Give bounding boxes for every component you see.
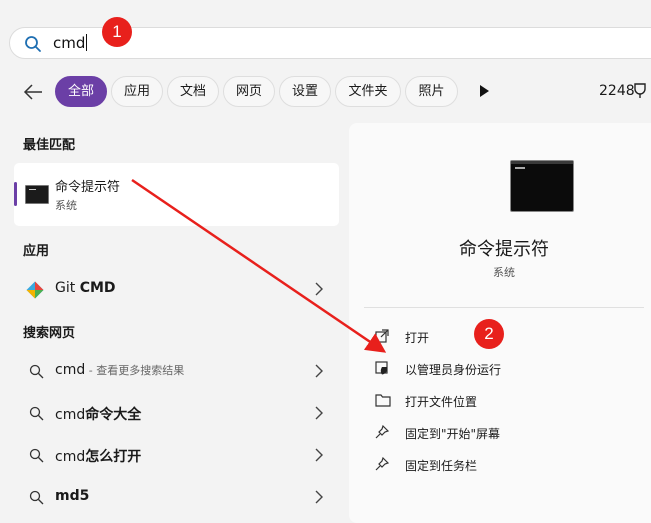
divider [364, 307, 644, 308]
action-label: 打开文件位置 [405, 395, 478, 409]
search-icon [25, 36, 41, 52]
chevron-right-icon[interactable] [315, 364, 323, 378]
search-icon [29, 490, 44, 505]
web-result-query: cmd [55, 362, 86, 378]
action-label: 打开 [405, 331, 430, 345]
best-match-subtitle: 系统 [55, 199, 77, 212]
best-match-title: 命令提示符 [55, 180, 121, 195]
action-label: 固定到"开始"屏幕 [405, 427, 501, 441]
tab-folders[interactable]: 文件夹 [335, 76, 401, 107]
tab-photos[interactable]: 照片 [405, 76, 458, 107]
web-search-heading: 搜索网页 [23, 326, 76, 341]
chevron-right-icon[interactable] [315, 490, 323, 504]
trophy-icon[interactable] [633, 82, 647, 100]
web-result-query: cmd [55, 449, 86, 465]
web-result-query: cmd [55, 407, 86, 423]
git-icon [26, 281, 44, 299]
apps-heading: 应用 [23, 244, 50, 259]
best-match-heading: 最佳匹配 [23, 138, 76, 153]
chevron-right-icon[interactable] [315, 282, 323, 296]
chevron-right-icon[interactable] [315, 406, 323, 420]
shield-admin-icon [375, 361, 388, 375]
search-icon [29, 406, 44, 421]
annotation-badge-1: 1 [102, 17, 132, 47]
action-label: 固定到任务栏 [405, 459, 478, 473]
app-item-git-cmd[interactable]: Git CMD [14, 273, 339, 305]
app-name-prefix: Git [55, 280, 80, 296]
search-icon [29, 448, 44, 463]
search-input[interactable]: cmd [53, 34, 88, 52]
web-result-suggestion: 命令大全 [85, 407, 142, 423]
web-result-suggestion: md5 [55, 488, 90, 504]
detail-title: 命令提示符 [459, 239, 549, 260]
annotation-badge-2: 2 [474, 319, 504, 349]
web-result-item[interactable]: cmd怎么打开 [14, 439, 339, 471]
selection-accent [14, 182, 17, 206]
back-arrow-icon[interactable] [20, 79, 46, 105]
web-result-item[interactable]: cmd - 查看更多搜索结果 [14, 355, 339, 387]
chevron-right-icon[interactable] [315, 448, 323, 462]
command-prompt-large-icon [510, 160, 574, 212]
folder-icon [375, 394, 391, 407]
search-icon [29, 364, 44, 379]
open-external-icon [375, 329, 389, 343]
web-result-hint: - 查看更多搜索结果 [85, 364, 185, 377]
rewards-points: 2248 [599, 83, 635, 99]
tab-apps[interactable]: 应用 [111, 76, 163, 107]
tab-web[interactable]: 网页 [223, 76, 275, 107]
action-label: 以管理员身份运行 [405, 363, 502, 377]
text-caret [86, 34, 88, 51]
best-match-item[interactable]: 命令提示符 系统 [14, 163, 339, 226]
command-prompt-icon [25, 185, 49, 204]
pin-icon [375, 425, 389, 439]
tab-all[interactable]: 全部 [55, 76, 107, 107]
pin-icon [375, 457, 389, 471]
web-result-item[interactable]: cmd命令大全 [14, 397, 339, 429]
tab-documents[interactable]: 文档 [167, 76, 219, 107]
app-name-bold: CMD [79, 280, 116, 296]
web-result-item[interactable]: md5 [14, 481, 339, 513]
tab-settings[interactable]: 设置 [279, 76, 331, 107]
more-filters-play-icon[interactable] [478, 84, 490, 98]
detail-subtitle: 系统 [493, 266, 515, 279]
web-result-suggestion: 怎么打开 [85, 449, 142, 465]
